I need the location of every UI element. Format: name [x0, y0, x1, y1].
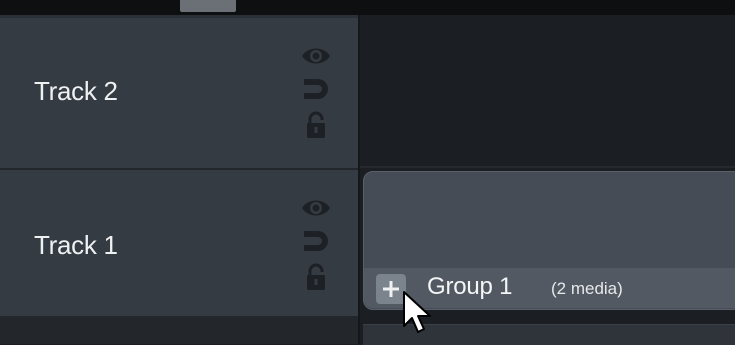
track-header-empty — [0, 318, 360, 344]
slider-knob-icon[interactable] — [180, 0, 236, 12]
magnet-icon[interactable] — [301, 228, 331, 259]
track-header-track-2[interactable]: Track 2 — [0, 18, 360, 170]
top-toolbar-strip — [0, 0, 735, 15]
track-header-track-1[interactable]: Track 1 — [0, 170, 360, 318]
track-name-label[interactable]: Track 2 — [34, 76, 118, 107]
lock-open-icon[interactable] — [301, 111, 331, 144]
group-name-label: Group 1 — [427, 273, 513, 300]
track-controls — [301, 45, 331, 148]
mouse-pointer-icon — [402, 290, 436, 343]
eye-icon[interactable] — [301, 45, 331, 72]
timeline-lane-track-2[interactable] — [360, 15, 735, 166]
magnet-icon[interactable] — [301, 76, 331, 107]
track-name-label[interactable]: Track 1 — [34, 230, 118, 261]
eye-icon[interactable] — [301, 197, 331, 224]
track-headers-panel: Track 2 Track 1 — [0, 15, 360, 344]
lock-open-icon[interactable] — [301, 263, 331, 296]
group-media-count: (2 media) — [551, 279, 623, 298]
track-controls — [301, 197, 331, 300]
